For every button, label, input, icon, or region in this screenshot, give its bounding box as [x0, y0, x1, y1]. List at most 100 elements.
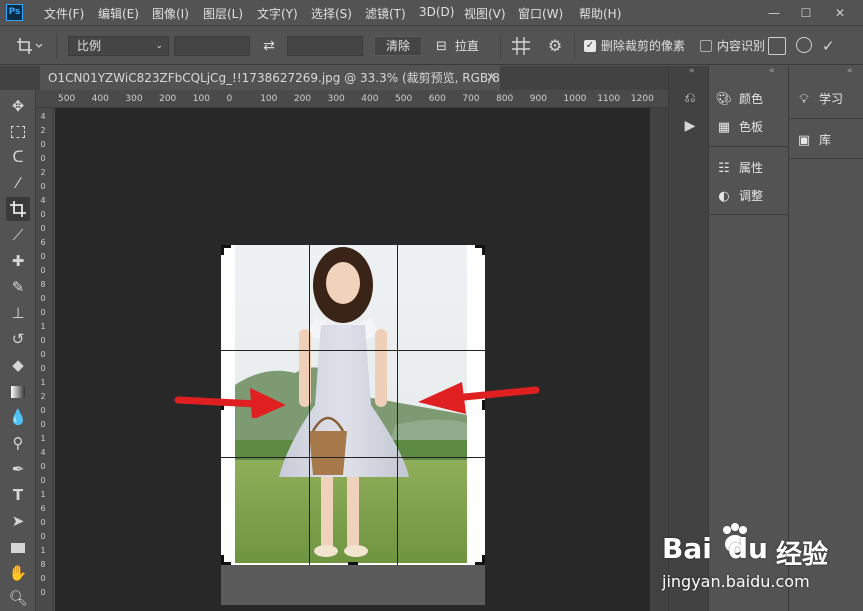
- crop-width-input[interactable]: [174, 36, 250, 56]
- crop-handle-top-right-v[interactable]: [482, 245, 485, 255]
- crop-tool-icon: [17, 38, 43, 54]
- ruler-tick-label: 8: [40, 560, 46, 569]
- document-tab-title: O1CN01YZWiC823ZFbCQLjCg_!!1738627269.jpg…: [48, 71, 500, 85]
- straighten-button[interactable]: ⊟ 拉直: [436, 36, 492, 56]
- hand-tool-icon[interactable]: ✋: [6, 561, 30, 585]
- content-aware-checkbox[interactable]: 内容识别: [700, 37, 765, 55]
- ruler-tick-label: 300: [125, 94, 143, 104]
- menu-window[interactable]: 窗口(W): [518, 5, 563, 22]
- crop-handle-bottom[interactable]: [348, 562, 358, 565]
- ruler-tick-label: 1: [40, 434, 46, 443]
- menu-edit[interactable]: 编辑(E): [98, 5, 139, 22]
- crop-preset-button[interactable]: [14, 36, 44, 56]
- red-arrow-left-icon: [418, 382, 540, 414]
- baidu-watermark: Bai du 经验 jingyan.baidu.com: [662, 520, 862, 610]
- menu-view[interactable]: 视图(V): [464, 5, 506, 22]
- ruler-tick-label: 1: [40, 322, 46, 331]
- eraser-tool-icon[interactable]: ◆: [6, 353, 30, 377]
- ruler-tick-label: 0: [40, 462, 46, 471]
- panel-learn[interactable]: 💡︎ 学习: [795, 88, 843, 110]
- crop-grid-line-v1: [309, 245, 310, 565]
- chevron-down-icon: ⌄: [155, 41, 163, 51]
- menu-help[interactable]: 帮助(H): [579, 5, 621, 22]
- type-tool-icon[interactable]: T: [6, 483, 30, 507]
- cancel-crop-icon[interactable]: [796, 37, 812, 53]
- watermark-brand-cn: 经验: [776, 540, 829, 570]
- gradient-tool-icon[interactable]: [6, 379, 30, 403]
- ruler-tick-label: 4: [40, 112, 46, 121]
- reset-crop-icon[interactable]: [768, 37, 786, 55]
- blur-tool-icon[interactable]: 💧: [6, 405, 30, 429]
- ratio-select[interactable]: 比例 ⌄: [68, 36, 169, 56]
- ruler-tick-label: 600: [428, 94, 446, 104]
- crop-handle-top-left-v[interactable]: [221, 245, 224, 255]
- tools-panel: » ✥ ᑕ ⁄ ⟋ ✚ ✎ ⊥ ↺ ◆ 💧 ⚲ ✒ T ➤ ✋ 🔍︎: [0, 66, 36, 611]
- overlay-grid-button[interactable]: [510, 36, 532, 56]
- stamp-tool-icon[interactable]: ⊥: [6, 301, 30, 325]
- ruler-tick-label: 6: [40, 238, 46, 247]
- watermark-brand-left: Bai: [662, 532, 712, 565]
- crop-handle-bottom-left-v[interactable]: [221, 555, 224, 565]
- panel-adjustments[interactable]: ◐ 调整: [715, 185, 763, 207]
- panel-properties-label: 属性: [739, 161, 764, 175]
- ruler-tick-label: 4: [40, 196, 46, 205]
- rectangle-tool-icon[interactable]: [6, 535, 30, 559]
- panel-libraries-label: 库: [819, 133, 832, 147]
- restore-button[interactable]: ☐: [790, 0, 822, 26]
- menu-3d[interactable]: 3D(D): [419, 5, 454, 19]
- dodge-tool-icon[interactable]: ⚲: [6, 431, 30, 455]
- move-tool-icon[interactable]: ✥: [6, 94, 30, 118]
- panel-swatches-label: 色板: [739, 120, 764, 134]
- actions-play-icon[interactable]: ▶: [680, 116, 700, 136]
- panel-swatches[interactable]: ▦ 色板: [715, 116, 763, 138]
- close-tab-icon[interactable]: ×: [486, 66, 497, 90]
- clear-button[interactable]: 清除: [374, 36, 422, 56]
- ruler-tick-label: 1200: [630, 94, 654, 104]
- watermark-url: jingyan.baidu.com: [662, 572, 810, 591]
- panel-libraries[interactable]: ▣ 库: [795, 129, 831, 151]
- collapse-right-panel-icon[interactable]: «: [847, 66, 853, 76]
- crop-grid-line-v2: [397, 245, 398, 565]
- palette-icon: 🎨︎: [715, 92, 733, 107]
- swap-arrows-icon[interactable]: ⇄: [259, 36, 279, 56]
- brush-tool-icon[interactable]: ✎: [6, 275, 30, 299]
- panel-properties[interactable]: ☷ 属性: [715, 157, 763, 179]
- properties-icon: ☷: [718, 161, 730, 176]
- red-arrow-right-icon: [174, 388, 286, 418]
- pen-tool-icon[interactable]: ✒: [6, 457, 30, 481]
- watermark-brand-right: du: [728, 532, 768, 565]
- menu-file[interactable]: 文件(F): [44, 5, 84, 22]
- magic-wand-tool-icon[interactable]: ⁄: [6, 171, 30, 195]
- crop-tool-icon[interactable]: [6, 197, 30, 221]
- crop-handle-bottom-right-v[interactable]: [482, 555, 485, 565]
- ruler-tick-label: 0: [40, 154, 46, 163]
- menu-image[interactable]: 图像(I): [152, 5, 189, 22]
- ruler-vertical: 4 2 0 0 2 0 4 0 0 6 0 0 8 0 0 1 0 0 0 1 2 0 0 1 4 0 0 1 6 0 0 1 8 0 0: [36, 108, 54, 611]
- delete-cropped-pixels-checkbox[interactable]: ✓ 删除裁剪的像素: [584, 37, 704, 55]
- menu-filter[interactable]: 滤镜(T): [365, 5, 406, 22]
- commit-crop-icon[interactable]: ✓: [822, 36, 848, 56]
- canvas-area[interactable]: [55, 108, 650, 611]
- close-window-button[interactable]: ✕: [824, 0, 856, 26]
- menu-type[interactable]: 文字(Y): [257, 5, 298, 22]
- path-select-tool-icon[interactable]: ➤: [6, 509, 30, 533]
- menu-select[interactable]: 选择(S): [311, 5, 352, 22]
- ruler-tick-label: 2: [40, 168, 46, 177]
- crop-height-input[interactable]: [287, 36, 363, 56]
- minimize-button[interactable]: —: [758, 0, 790, 26]
- menu-layer[interactable]: 图层(L): [203, 5, 243, 22]
- collapse-strip-icon[interactable]: «: [689, 66, 695, 76]
- lasso-tool-icon[interactable]: ᑕ: [6, 145, 30, 169]
- ruler-tick-label: 900: [529, 94, 547, 104]
- document-tab[interactable]: O1CN01YZWiC823ZFbCQLjCg_!!1738627269.jpg…: [40, 66, 500, 90]
- history-brush-tool-icon[interactable]: ↺: [6, 327, 30, 351]
- document-tab-bar: O1CN01YZWiC823ZFbCQLjCg_!!1738627269.jpg…: [0, 66, 668, 90]
- zoom-tool-icon[interactable]: 🔍︎: [6, 586, 30, 610]
- gear-icon[interactable]: ⚙: [544, 36, 566, 56]
- marquee-tool-icon[interactable]: [6, 119, 30, 143]
- collapse-panel-icon[interactable]: «: [769, 66, 775, 76]
- healing-tool-icon[interactable]: ✚: [6, 249, 30, 273]
- panel-color[interactable]: 🎨︎ 颜色: [715, 88, 763, 110]
- history-icon[interactable]: ⎌: [680, 88, 700, 108]
- eyedropper-tool-icon[interactable]: ⟋: [6, 223, 30, 247]
